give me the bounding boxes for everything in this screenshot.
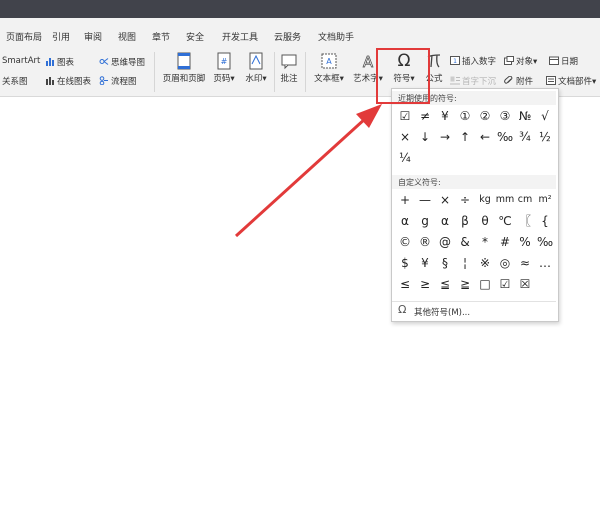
red-arrow	[234, 104, 382, 238]
arrow-shaft	[234, 116, 368, 238]
